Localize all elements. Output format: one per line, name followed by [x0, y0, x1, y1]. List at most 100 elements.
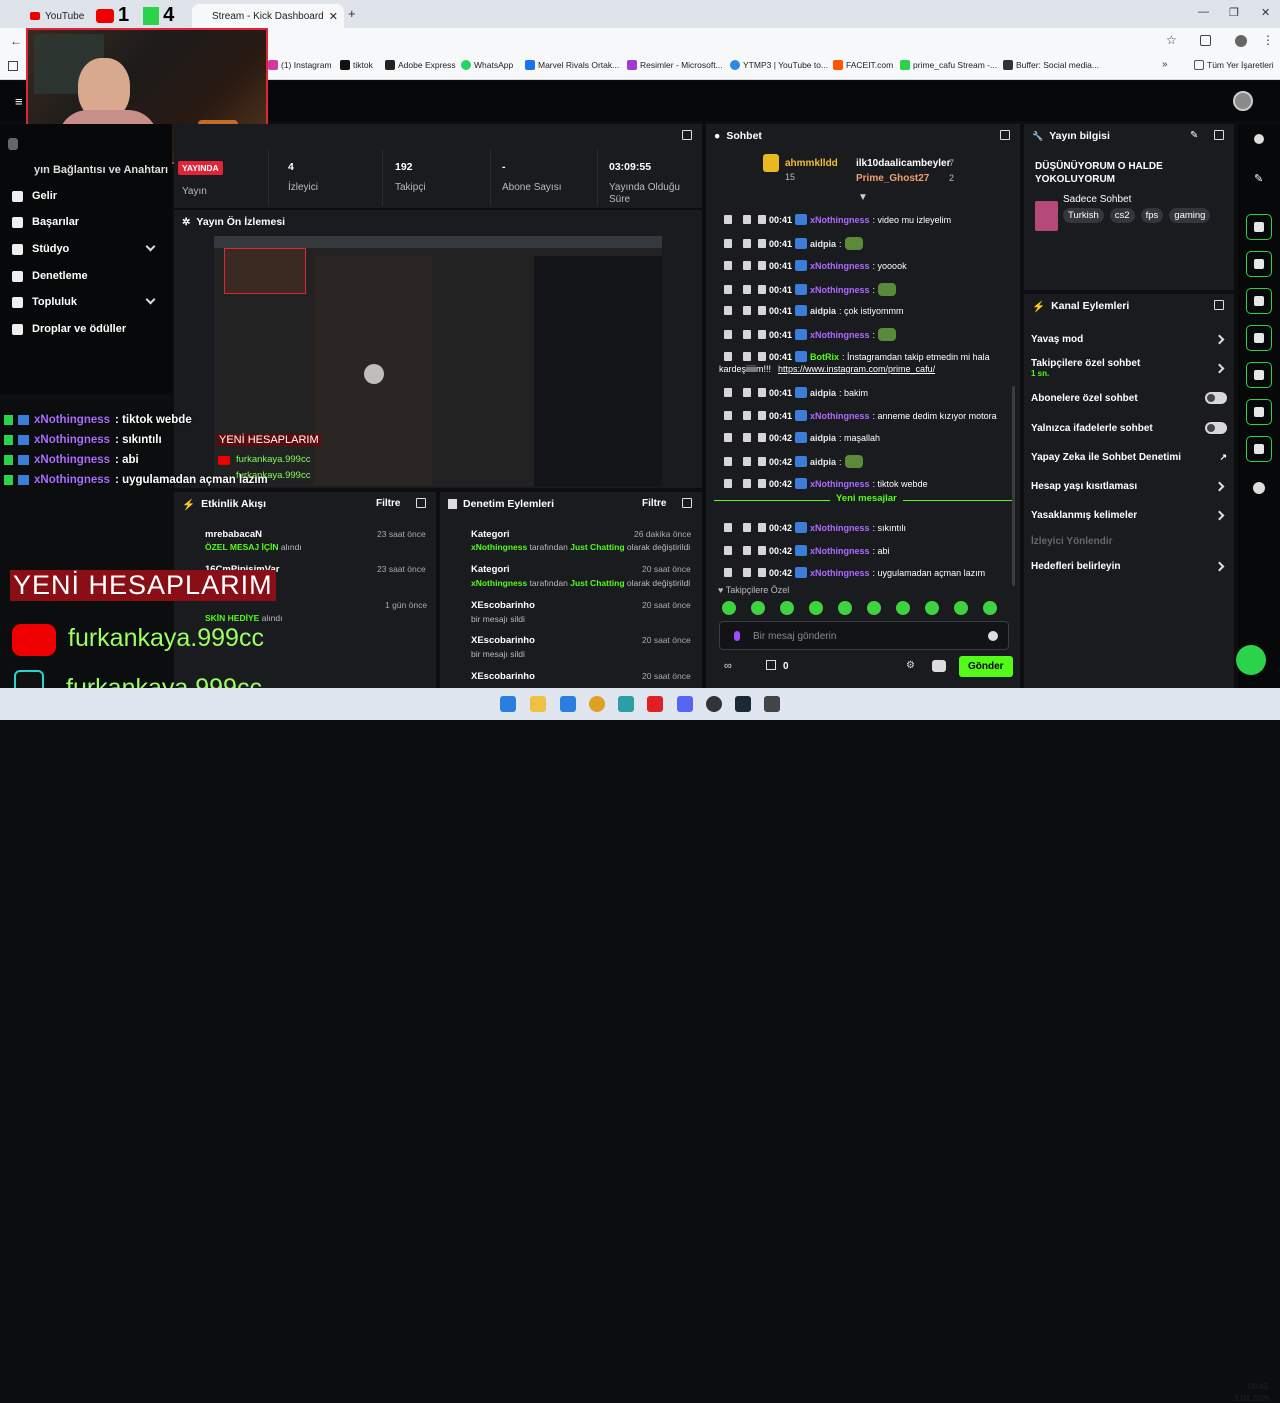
ban-icon[interactable]: [758, 411, 766, 420]
ban-icon[interactable]: [758, 546, 766, 555]
app-icon[interactable]: [706, 696, 722, 712]
ban-icon[interactable]: [758, 523, 766, 532]
app-icon[interactable]: [560, 696, 576, 712]
timeout-icon[interactable]: [743, 523, 751, 532]
ban-icon[interactable]: [758, 285, 766, 294]
delete-icon[interactable]: [724, 261, 732, 270]
delete-icon[interactable]: [724, 330, 732, 339]
back-icon[interactable]: ←: [10, 34, 22, 48]
sidebar-section-title[interactable]: yın Bağlantısı ve Anahtarı: [34, 164, 168, 176]
chat-username[interactable]: aidpia: [810, 457, 836, 467]
pencil-icon[interactable]: ✎: [1254, 172, 1263, 185]
discord-icon[interactable]: [677, 696, 693, 712]
chat-message[interactable]: 00:41 xNothingness:: [718, 283, 1008, 296]
chevron-down-icon[interactable]: [145, 241, 156, 252]
tab-youtube[interactable]: YouTube: [30, 4, 84, 28]
ban-icon[interactable]: [758, 215, 766, 224]
expand-icon[interactable]: ▼: [858, 192, 868, 203]
rail-button-broadcast[interactable]: [1246, 362, 1272, 388]
chat-message[interactable]: 00:42 aidpia: maşallah: [718, 432, 1008, 443]
ban-icon[interactable]: [758, 306, 766, 315]
chat-username[interactable]: xNothingness: [810, 215, 870, 225]
timeout-icon[interactable]: [743, 215, 751, 224]
chat-username[interactable]: aidpia: [810, 388, 836, 398]
bookmark-item[interactable]: tiktok: [340, 60, 373, 70]
app-icon[interactable]: [618, 696, 634, 712]
chat-username[interactable]: xNothingness: [810, 411, 870, 421]
chat-username[interactable]: xNothingness: [810, 285, 870, 295]
timeout-icon[interactable]: [743, 239, 751, 248]
send-button[interactable]: Gönder: [959, 656, 1013, 677]
chat-message[interactable]: 00:41 aidpia: bakim: [718, 387, 1008, 398]
bookmark-item[interactable]: Adobe Express: [385, 60, 456, 70]
action-emote-only[interactable]: Yalnızca ifadelerle sohbet: [1031, 422, 1227, 434]
delete-icon[interactable]: [724, 239, 732, 248]
profile-icon[interactable]: [1235, 35, 1247, 47]
delete-icon[interactable]: [724, 215, 732, 224]
action-banned-words[interactable]: Yasaklanmış kelimeler: [1031, 510, 1227, 521]
timeout-icon[interactable]: [743, 330, 751, 339]
timeout-icon[interactable]: [743, 352, 751, 361]
steam-icon[interactable]: [735, 696, 751, 712]
bookmark-item[interactable]: FACEIT.com: [833, 60, 893, 70]
chat-message[interactable]: 00:41 xNothingness: yooook: [718, 260, 1008, 271]
action-subscribers-only[interactable]: Abonelere özel sohbet: [1031, 392, 1227, 404]
bookmark-item[interactable]: Buffer: Social media...: [1003, 60, 1099, 70]
ban-icon[interactable]: [758, 261, 766, 270]
minimize-icon[interactable]: —: [1198, 6, 1209, 18]
tag[interactable]: gaming: [1169, 208, 1211, 223]
timeout-icon[interactable]: [743, 306, 751, 315]
settings-icon[interactable]: ⚙: [906, 660, 915, 671]
delete-icon[interactable]: [724, 411, 732, 420]
action-goals[interactable]: Hedefleri belirleyin: [1031, 561, 1227, 572]
rail-button-capture[interactable]: [1246, 214, 1272, 240]
timeout-icon[interactable]: [743, 411, 751, 420]
sidebar-item-droplar[interactable]: Droplar ve ödüller: [12, 320, 126, 338]
delete-icon[interactable]: [724, 568, 732, 577]
star-icon[interactable]: ☆: [1166, 33, 1177, 47]
chat-username[interactable]: aidpia: [810, 306, 836, 316]
chat-username[interactable]: xNothingness: [810, 568, 870, 578]
ban-icon[interactable]: [758, 352, 766, 361]
delete-icon[interactable]: [724, 523, 732, 532]
emote-picker-icon[interactable]: [932, 660, 946, 672]
popout-icon[interactable]: [1214, 300, 1224, 310]
chat-username[interactable]: BotRix: [810, 352, 839, 362]
sidebar-item-denetleme[interactable]: Denetleme: [12, 267, 88, 285]
rail-button-wrench[interactable]: [1246, 436, 1272, 462]
menu-dots-icon[interactable]: ⋮: [1262, 33, 1274, 47]
delete-icon[interactable]: [724, 352, 732, 361]
chat-input[interactable]: Bir mesaj gönderin: [719, 621, 1009, 650]
maximize-icon[interactable]: ❐: [1229, 6, 1239, 19]
chevron-down-icon[interactable]: [145, 294, 156, 305]
app-icon[interactable]: [764, 696, 780, 712]
action-raid[interactable]: İzleyici Yönlendir: [1031, 536, 1227, 547]
chat-username[interactable]: xNothingness: [810, 546, 870, 556]
timeout-icon[interactable]: [743, 568, 751, 577]
chat-scrollbar[interactable]: [1012, 386, 1015, 586]
extensions-icon[interactable]: [1200, 35, 1211, 46]
chat-message[interactable]: 00:41 xNothingness:: [718, 328, 1008, 341]
timeout-icon[interactable]: [743, 388, 751, 397]
timeout-icon[interactable]: [743, 457, 751, 466]
youtube-icon[interactable]: [647, 696, 663, 712]
timeout-icon[interactable]: [743, 433, 751, 442]
ban-icon[interactable]: [758, 457, 766, 466]
delete-icon[interactable]: [724, 433, 732, 442]
timeout-icon[interactable]: [743, 285, 751, 294]
sidebar-item-topluluk[interactable]: Topluluk: [12, 293, 77, 311]
chat-message[interactable]: 00:41 BotRix: İnstagramdan takip etmedin …: [718, 351, 1008, 362]
tag[interactable]: cs2: [1109, 208, 1135, 223]
start-icon[interactable]: [500, 696, 516, 712]
sidebar-item-studyo[interactable]: Stüdyo: [12, 240, 69, 258]
bookmark-item[interactable]: Marvel Rivals Ortak...: [525, 60, 619, 70]
stream-preview-video[interactable]: YENİ HESAPLARIM furkankaya.999cc furkank…: [214, 236, 662, 486]
filter-button[interactable]: Filtre: [376, 498, 400, 509]
apps-grid-icon[interactable]: [8, 61, 18, 71]
close-tab-icon[interactable]: ✕: [329, 10, 338, 23]
chat-message[interactable]: 00:42 xNothingness: abi: [718, 545, 1008, 556]
rail-button-lightning[interactable]: [1246, 251, 1272, 277]
delete-icon[interactable]: [724, 388, 732, 397]
delete-icon[interactable]: [724, 306, 732, 315]
chat-username[interactable]: xNothingness: [810, 330, 870, 340]
